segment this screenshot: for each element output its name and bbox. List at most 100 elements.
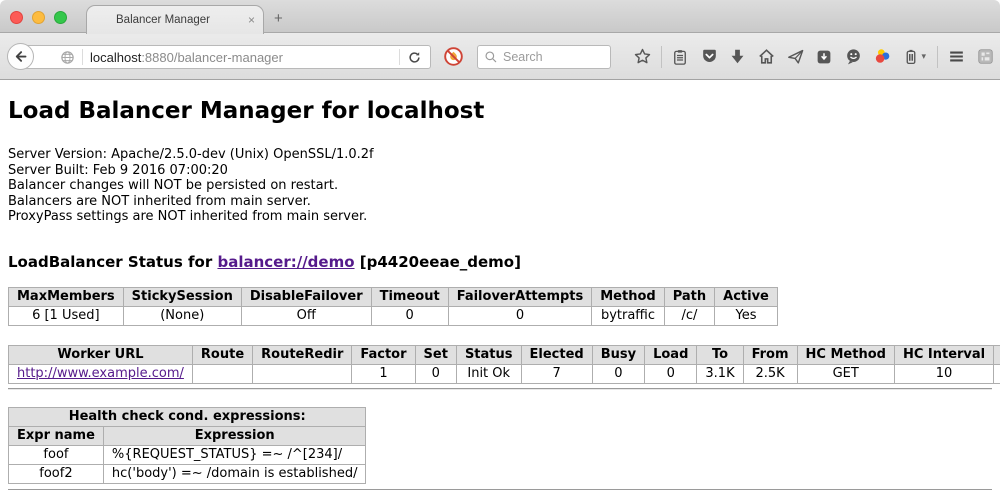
page-bottom-divider — [8, 489, 992, 491]
chat-smiley-icon[interactable] — [839, 45, 868, 69]
cell-hc-interval: 10 — [894, 364, 993, 383]
balancer-table-row: 6 [1 Used] (None) Off 0 0 bytraffic /c/ … — [9, 306, 778, 325]
cell-busy: 0 — [592, 364, 644, 383]
col-method: Method — [592, 287, 664, 306]
home-icon[interactable] — [752, 45, 781, 69]
balancer-table-header-row: MaxMembers StickySession DisableFailover… — [9, 287, 778, 306]
worker-url-link[interactable]: http://www.example.com/ — [17, 366, 184, 381]
cell-passes: 1 (0) — [994, 364, 1000, 383]
col-route: Route — [192, 345, 252, 364]
health-table-header-row: Expr name Expression — [9, 426, 366, 445]
cell-to: 3.1K — [697, 364, 743, 383]
urlbar-divider — [399, 49, 400, 65]
tab-balancer-manager[interactable]: Balancer Manager × — [86, 5, 264, 34]
pocket-icon[interactable] — [695, 45, 724, 69]
col-failoverattempts: FailoverAttempts — [448, 287, 592, 306]
page-content: Load Balancer Manager for localhost Serv… — [0, 80, 1000, 490]
download-box-icon[interactable] — [810, 45, 839, 69]
cell-expression: hc('body') =~ /domain is established/ — [103, 464, 366, 483]
col-status: Status — [456, 345, 521, 364]
col-stickysession: StickySession — [123, 287, 241, 306]
browser-window: Balancer Manager × + localhost:8880/bala… — [0, 0, 1000, 491]
cell-disablefailover: Off — [241, 306, 371, 325]
inherit-note-line: Balancers are NOT inherited from main se… — [8, 194, 992, 210]
page-title: Load Balancer Manager for localhost — [8, 98, 992, 124]
health-table-caption: Health check cond. expressions: — [9, 407, 366, 426]
cell-stickysession: (None) — [123, 306, 241, 325]
cell-worker-url: http://www.example.com/ — [9, 364, 193, 383]
col-from: From — [743, 345, 797, 364]
col-set: Set — [415, 345, 456, 364]
health-check-table: Health check cond. expressions: Expr nam… — [8, 407, 366, 484]
cell-factor: 1 — [352, 364, 415, 383]
downloads-icon[interactable] — [724, 45, 753, 69]
worker-table: Worker URL Route RouteRedir Factor Set S… — [8, 345, 1000, 384]
cell-routeredir — [253, 364, 352, 383]
cell-elected: 7 — [521, 364, 592, 383]
cell-failoverattempts: 0 — [448, 306, 592, 325]
cell-hc-method: GET — [797, 364, 894, 383]
col-passes: Passes — [994, 345, 1000, 364]
reading-list-icon[interactable] — [666, 45, 695, 69]
send-plane-icon[interactable] — [781, 45, 810, 69]
navigation-toolbar: localhost:8880/balancer-manager ▾ — [0, 33, 1000, 80]
cell-active: Yes — [715, 306, 778, 325]
col-expr-name: Expr name — [9, 426, 104, 445]
balancer-demo-link[interactable]: balancer://demo — [217, 253, 354, 271]
worker-table-row: http://www.example.com/ 1 0 Init Ok 7 0 … — [9, 364, 1000, 383]
search-input[interactable] — [503, 50, 603, 64]
cell-from: 2.5K — [743, 364, 797, 383]
cell-expr-name: foof — [9, 445, 104, 464]
cell-method: bytraffic — [592, 306, 664, 325]
section-divider — [8, 388, 992, 390]
new-tab-button[interactable]: + — [274, 10, 283, 27]
cell-expression: %{REQUEST_STATUS} =~ /^[234]/ — [103, 445, 366, 464]
reload-icon[interactable] — [407, 50, 422, 65]
health-table-row: foof2 hc('body') =~ /domain is establish… — [9, 464, 366, 483]
toolbar-divider — [937, 46, 938, 68]
colored-dots-icon[interactable] — [868, 45, 897, 69]
flash-blocked-icon[interactable] — [443, 46, 464, 72]
favicon-globe-icon — [60, 50, 75, 65]
back-button[interactable] — [7, 43, 34, 70]
tab-close-icon[interactable]: × — [248, 13, 255, 27]
back-icon — [13, 49, 28, 64]
server-version-line: Server Version: Apache/2.5.0-dev (Unix) … — [8, 147, 992, 163]
dropdown-caret-icon[interactable]: ▾ — [921, 51, 933, 62]
cell-maxmembers: 6 [1 Used] — [9, 306, 124, 325]
fullscreen-window-button[interactable] — [54, 11, 67, 24]
col-path: Path — [664, 287, 714, 306]
search-bar[interactable] — [477, 45, 611, 69]
loadbalancer-status-heading: LoadBalancer Status for balancer://demo … — [8, 253, 992, 271]
status-heading-suffix: [p4420eeae_demo] — [355, 253, 521, 271]
server-built-line: Server Built: Feb 9 2016 07:00:20 — [8, 163, 992, 179]
col-factor: Factor — [352, 345, 415, 364]
cell-timeout: 0 — [371, 306, 448, 325]
col-elected: Elected — [521, 345, 592, 364]
minimize-window-button[interactable] — [32, 11, 45, 24]
col-worker-url: Worker URL — [9, 345, 193, 364]
status-heading-prefix: LoadBalancer Status for — [8, 253, 217, 271]
close-window-button[interactable] — [10, 11, 23, 24]
worker-table-header-row: Worker URL Route RouteRedir Factor Set S… — [9, 345, 1000, 364]
bookmark-star-icon[interactable] — [628, 45, 657, 69]
menu-hamburger-icon[interactable] — [942, 45, 971, 69]
health-table-caption-row: Health check cond. expressions: — [9, 407, 366, 426]
url-path: :8880/balancer-manager — [141, 50, 283, 65]
col-active: Active — [715, 287, 778, 306]
tab-groups-icon[interactable] — [971, 45, 1000, 69]
col-timeout: Timeout — [371, 287, 448, 306]
health-table-row: foof %{REQUEST_STATUS} =~ /^[234]/ — [9, 445, 366, 464]
toolbar-divider — [661, 46, 662, 68]
url-bar[interactable]: localhost:8880/balancer-manager — [21, 45, 431, 69]
cell-expr-name: foof2 — [9, 464, 104, 483]
cell-load: 0 — [645, 364, 697, 383]
persist-note-line: Balancer changes will NOT be persisted o… — [8, 178, 992, 194]
urlbar-divider — [82, 49, 83, 65]
balancer-table: MaxMembers StickySession DisableFailover… — [8, 287, 778, 326]
url-text[interactable]: localhost:8880/balancer-manager — [90, 50, 283, 65]
cell-path: /c/ — [664, 306, 714, 325]
cell-route — [192, 364, 252, 383]
col-maxmembers: MaxMembers — [9, 287, 124, 306]
url-host: localhost — [90, 50, 141, 65]
